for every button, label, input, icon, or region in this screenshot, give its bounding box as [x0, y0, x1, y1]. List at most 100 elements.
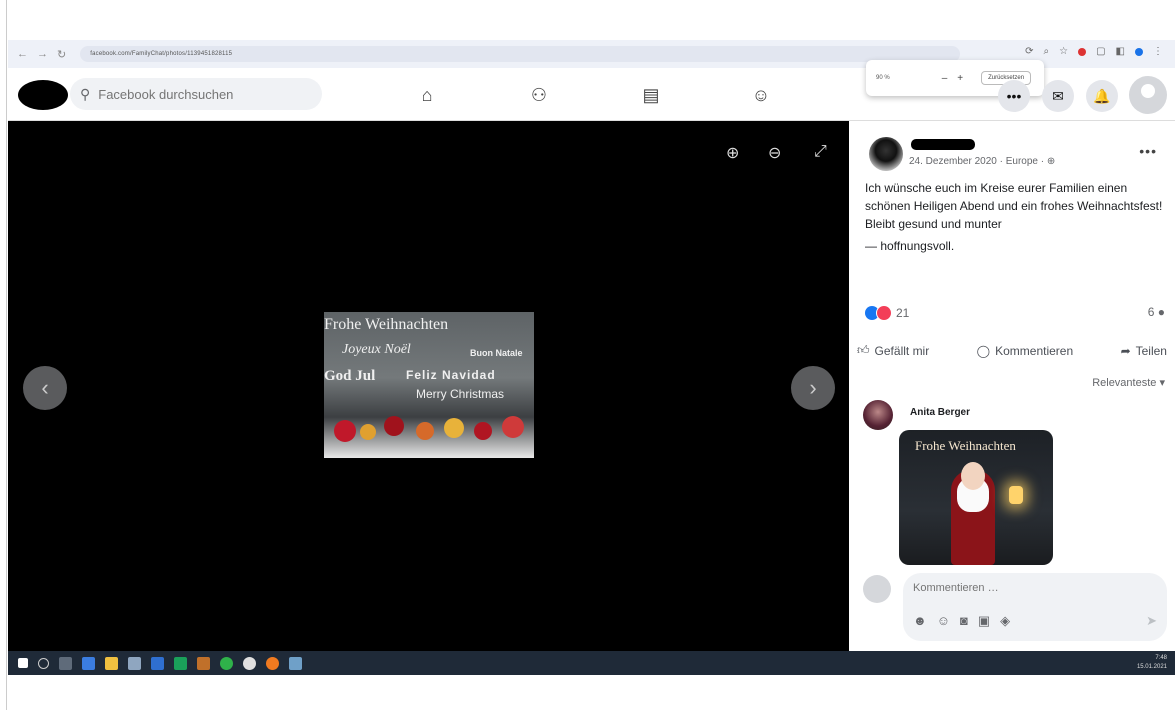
previous-photo-button[interactable]: ‹: [23, 366, 67, 410]
post-text-line: Ich wünsche euch im Kreise eurer Familie…: [865, 181, 1163, 213]
taskbar-clock[interactable]: 7:48 15.01.2021: [1137, 654, 1167, 672]
commenter-name[interactable]: Anita Berger: [910, 407, 970, 418]
app-icon[interactable]: [197, 656, 210, 670]
camera-icon[interactable]: ◙: [960, 613, 968, 629]
menu-dots-icon[interactable]: •••: [998, 80, 1030, 112]
sticker-text: Frohe Weihnachten: [915, 438, 1016, 453]
search-input[interactable]: [96, 85, 301, 103]
reaction-count: 21: [896, 306, 910, 320]
home-icon[interactable]: ⌂: [414, 82, 440, 108]
comment-sticker-image[interactable]: Frohe Weihnachten: [899, 430, 1053, 565]
app-icon[interactable]: [82, 656, 95, 670]
share-label: Teilen: [1135, 343, 1167, 358]
start-icon[interactable]: [18, 658, 28, 668]
comment-bubble-icon: ●: [1157, 305, 1165, 319]
app-icon[interactable]: [266, 656, 279, 670]
zoom-out-icon[interactable]: ⊖: [768, 143, 781, 163]
share-button[interactable]: ➦ Teilen: [1121, 343, 1167, 358]
emoji-icon[interactable]: ☺: [937, 613, 950, 629]
photo-text-god-jul: God Jul: [324, 368, 376, 384]
love-reaction-icon: [876, 305, 892, 321]
ornament-ball: [360, 424, 376, 440]
zoom-minus-plus[interactable]: –+: [942, 73, 973, 84]
facebook-logo-redacted[interactable]: [18, 80, 68, 110]
ornament-ball: [474, 422, 492, 440]
send-icon[interactable]: ➤: [1146, 613, 1157, 629]
zoom-level: 90 %: [876, 75, 890, 81]
comment-input[interactable]: [911, 581, 1115, 595]
globe-icon: ⊕: [1046, 156, 1056, 167]
sticker-icon[interactable]: ◈: [1000, 613, 1010, 629]
app-icon[interactable]: [128, 656, 141, 670]
comment-composer[interactable]: ☻ ☺ ◙ ▣ ◈ ➤: [903, 573, 1167, 641]
task-view-icon[interactable]: [59, 656, 72, 670]
back-icon[interactable]: ←: [17, 48, 28, 60]
page-edge-line: [6, 0, 7, 710]
post-date[interactable]: 24. Dezember 2020 · Europe ·: [909, 156, 1047, 167]
comment-button[interactable]: ◯ Kommentieren: [977, 343, 1073, 358]
clock-date: 15.01.2021: [1136, 664, 1167, 670]
post-text-line: Bleibt gesund und munter: [865, 217, 1002, 231]
photo-text-buon-natale: Buon Natale: [470, 348, 523, 358]
photo-text-merry-christmas: Merry Christmas: [416, 387, 505, 401]
search-taskbar-icon[interactable]: [38, 657, 49, 669]
extension-red-icon[interactable]: [1078, 47, 1087, 56]
commenter-avatar[interactable]: [863, 400, 893, 430]
extension-square-icon[interactable]: ▢: [1096, 46, 1105, 57]
poster-name-redacted[interactable]: [911, 139, 975, 150]
clock-time: 7:48: [1155, 655, 1167, 661]
comment-label: Kommentieren: [995, 343, 1074, 358]
browser-extensions: ⟳ ⌕ ☆ ▢ ◧ ⋮: [1025, 46, 1163, 57]
ornament-ball: [502, 416, 524, 438]
app-icon[interactable]: [220, 656, 233, 670]
poster-avatar[interactable]: [869, 137, 903, 171]
like-button[interactable]: 👍︎ Gefällt mir: [857, 343, 929, 358]
app-icon[interactable]: [289, 656, 302, 670]
fullscreen-icon[interactable]: ⤢: [814, 143, 827, 161]
next-photo-button[interactable]: ›: [791, 366, 835, 410]
browser-menu-icon[interactable]: ⋮: [1153, 46, 1163, 57]
app-icon[interactable]: [174, 656, 187, 670]
address-bar[interactable]: facebook.com/FamilyChat/photos/113945182…: [80, 46, 961, 62]
photo-text-feliz-navidad: Feliz Navidad: [406, 368, 496, 382]
marketplace-icon[interactable]: ▤: [638, 82, 664, 108]
zoom-icon[interactable]: ⌕: [1044, 46, 1050, 57]
chevron-down-icon: ▾: [1159, 377, 1165, 389]
post-text-line: — hoffnungsvoll.: [865, 239, 955, 253]
gif-icon[interactable]: ▣: [978, 613, 990, 629]
comment-sort-dropdown[interactable]: Relevanteste ▾: [1092, 376, 1165, 389]
translate-icon[interactable]: ⟳: [1025, 46, 1033, 57]
search-icon: ⚲: [80, 85, 91, 102]
account-avatar[interactable]: [1129, 76, 1167, 114]
photo-text-frohe-weihnachten: Frohe Weihnachten: [324, 316, 449, 333]
search-box[interactable]: ⚲: [70, 78, 322, 110]
chevron-left-icon: ‹: [41, 375, 49, 400]
app-icon[interactable]: [151, 656, 164, 670]
avatar-sticker-icon[interactable]: ☻: [913, 613, 927, 629]
post-actions: 👍︎ Gefällt mir ◯ Kommentieren ➦ Teilen: [857, 343, 1167, 358]
christmas-photo: Frohe Weihnachten Joyeux Noël Buon Natal…: [324, 312, 534, 458]
like-label: Gefällt mir: [874, 343, 930, 358]
screenshot-area: ← → ↻ facebook.com/FamilyChat/photos/113…: [8, 40, 1175, 680]
file-explorer-icon[interactable]: [105, 656, 118, 670]
notifications-bell-icon[interactable]: 🔔: [1086, 80, 1118, 112]
comment-count-value: 6: [1147, 305, 1155, 319]
ornament-ball: [334, 420, 356, 442]
reload-icon[interactable]: ↻: [57, 48, 66, 61]
app-icon[interactable]: [243, 656, 256, 670]
comment-count[interactable]: 6 ●: [1148, 305, 1165, 319]
profile-icon[interactable]: [1135, 47, 1143, 56]
sidebar-icon[interactable]: ◧: [1116, 46, 1125, 57]
messenger-icon[interactable]: ✉: [1042, 80, 1074, 112]
forward-icon[interactable]: →: [37, 48, 48, 60]
sort-label: Relevanteste: [1092, 377, 1157, 389]
post-options-icon[interactable]: •••: [1139, 143, 1157, 159]
bookmark-star-icon[interactable]: ☆: [1059, 46, 1068, 57]
santa-face: [961, 462, 985, 490]
reaction-summary[interactable]: 21: [865, 305, 909, 321]
zoom-in-icon[interactable]: ⊕: [726, 143, 739, 163]
ornament-ball: [416, 422, 434, 440]
post-side-panel: 24. Dezember 2020 · Europe · ⊕ ••• Ich w…: [849, 121, 1175, 651]
groups-icon[interactable]: ☺: [748, 82, 774, 108]
friends-icon[interactable]: ⚇: [526, 82, 552, 108]
